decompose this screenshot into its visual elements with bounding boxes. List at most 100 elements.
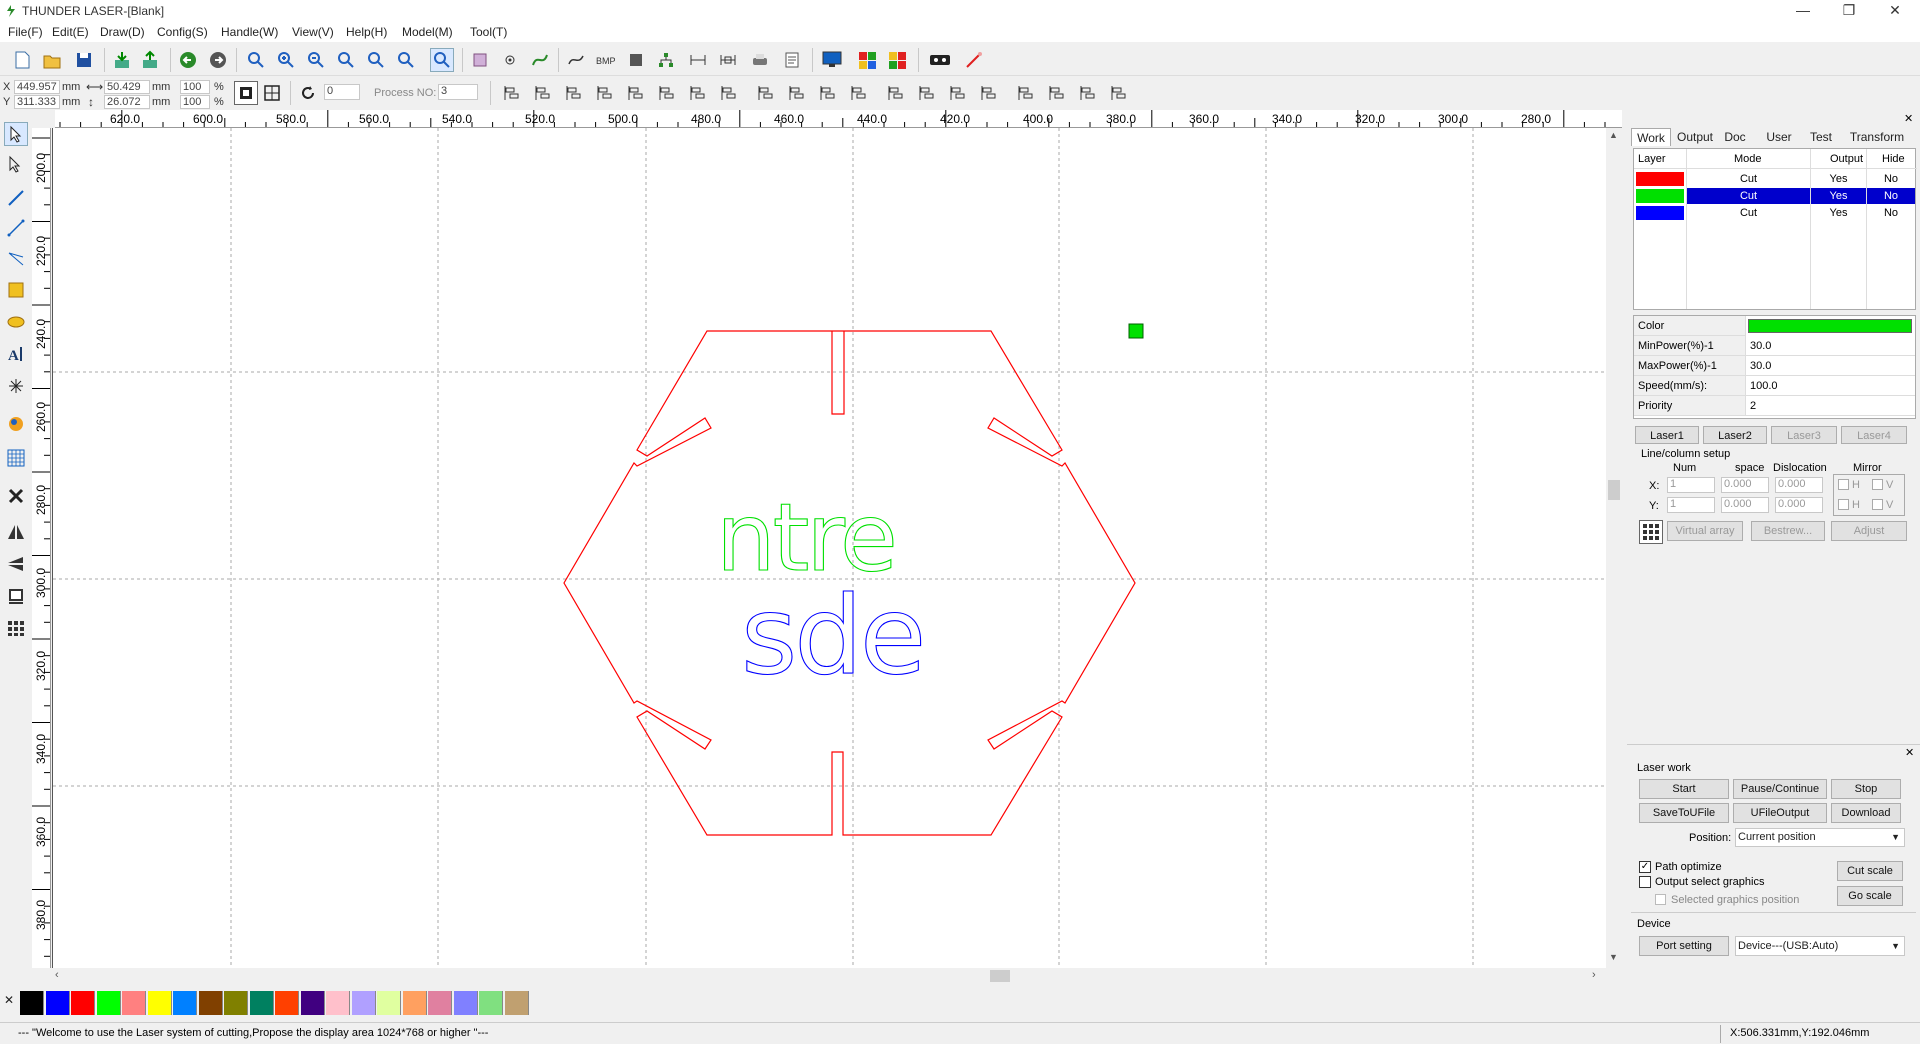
palette-swatch[interactable]	[224, 991, 248, 1015]
print-icon[interactable]	[748, 48, 772, 72]
property-value[interactable]: 100.0	[1746, 376, 1915, 396]
palette-swatch[interactable]	[275, 991, 299, 1015]
monitor-icon[interactable]	[820, 48, 844, 72]
palette-swatch[interactable]	[326, 991, 350, 1015]
export-icon[interactable]	[138, 48, 162, 72]
tab-transform[interactable]: Transform	[1845, 128, 1909, 146]
layer-row[interactable]: Cut Yes No	[1634, 188, 1917, 204]
tab-doc[interactable]: Doc	[1719, 128, 1751, 146]
zoom-minus-icon[interactable]	[304, 48, 328, 72]
start-button[interactable]: Start	[1639, 779, 1729, 799]
laserwork-close-icon[interactable]: ✕	[1905, 746, 1914, 759]
drawing-canvas[interactable]: ntre sde	[52, 128, 1606, 968]
width-field[interactable]: 50.429	[104, 80, 150, 94]
grid-ratio-icon[interactable]	[260, 81, 284, 105]
canvas-drawing[interactable]: ntre sde	[53, 128, 1606, 968]
layer-output[interactable]: Yes	[1811, 188, 1866, 204]
virtual-array-button[interactable]: Virtual array	[1667, 521, 1743, 541]
array-y-num[interactable]: 1	[1667, 497, 1715, 513]
y-coord-field[interactable]: 311.333	[14, 95, 60, 109]
scale-x-field[interactable]: 100	[180, 80, 210, 94]
layer-hide[interactable]: No	[1867, 188, 1915, 204]
layer-color-value[interactable]	[1748, 319, 1912, 333]
align-right-icon[interactable]	[531, 81, 555, 105]
dist-v-icon[interactable]	[717, 81, 741, 105]
stop-button[interactable]: Stop	[1831, 779, 1901, 799]
layer-mode[interactable]: Cut	[1687, 171, 1810, 187]
canvas-text-sde[interactable]: sde	[740, 573, 926, 699]
laser1-tab[interactable]: Laser1	[1635, 426, 1699, 444]
align-center-v-icon[interactable]	[624, 81, 648, 105]
zoom-fit-icon[interactable]	[334, 48, 358, 72]
array-x-dislocation[interactable]: 0.000	[1775, 477, 1823, 493]
palette-swatch[interactable]	[377, 991, 401, 1015]
grid-array-tool-icon[interactable]	[4, 446, 28, 470]
palette-swatch[interactable]	[249, 991, 274, 1015]
laser-pointer-icon[interactable]	[962, 48, 986, 72]
position-select[interactable]: Current position ▼	[1735, 828, 1905, 847]
dim-bottom-icon[interactable]	[1107, 81, 1131, 105]
same-size-icon[interactable]	[816, 81, 840, 105]
cut-scale-button[interactable]: Cut scale	[1837, 861, 1903, 881]
node-edit-icon[interactable]	[498, 48, 522, 72]
panel-close-icon[interactable]: ✕	[1904, 112, 1913, 125]
layer-hide[interactable]: No	[1867, 171, 1915, 187]
output-select-checkbox[interactable]	[1639, 876, 1651, 888]
doc-list-icon[interactable]	[780, 48, 804, 72]
mirror-y-v-checkbox[interactable]	[1872, 499, 1883, 510]
array-grid-icon[interactable]	[1639, 520, 1663, 544]
node-select-icon[interactable]	[4, 152, 28, 176]
dim-top-icon[interactable]	[1076, 81, 1100, 105]
palette-swatch[interactable]	[453, 991, 478, 1015]
x-coord-field[interactable]: 449.957	[14, 80, 60, 94]
menu-file[interactable]: File(F)	[8, 25, 43, 39]
laser3-tab[interactable]: Laser3	[1771, 426, 1837, 444]
palette-swatch[interactable]	[198, 991, 223, 1015]
zoom-select-icon[interactable]	[394, 48, 418, 72]
property-value[interactable]: 2	[1746, 396, 1915, 416]
scroll-down-icon[interactable]: ▼	[1609, 952, 1618, 962]
align-left-icon[interactable]	[500, 81, 524, 105]
open-folder-icon[interactable]	[40, 48, 64, 72]
select-arrow-icon[interactable]	[4, 122, 28, 146]
dim-right-icon[interactable]	[1045, 81, 1069, 105]
measure-box-icon[interactable]	[716, 48, 740, 72]
line-tool-icon[interactable]	[4, 186, 28, 210]
palette-swatch[interactable]	[96, 991, 121, 1015]
layer-color-swatch[interactable]	[1636, 206, 1684, 220]
import-icon[interactable]	[110, 48, 134, 72]
hscroll-thumb[interactable]	[990, 970, 1010, 982]
array-copy-tool-icon[interactable]	[4, 616, 28, 640]
maximize-button[interactable]: ❐	[1826, 0, 1872, 22]
palette-swatch[interactable]	[20, 991, 44, 1015]
layer-mode[interactable]: Cut	[1687, 205, 1810, 221]
layer-color-swatch[interactable]	[1636, 172, 1684, 186]
align-bottom-icon[interactable]	[593, 81, 617, 105]
palette-swatch[interactable]	[173, 991, 197, 1015]
array-x-space[interactable]: 0.000	[1721, 477, 1769, 493]
palette-swatch[interactable]	[122, 991, 146, 1015]
menu-help[interactable]: Help(H)	[346, 25, 387, 39]
arrange-grid-icon[interactable]	[977, 81, 1001, 105]
rotate-field[interactable]: 0	[324, 84, 360, 100]
bestrew-button[interactable]: Bestrew...	[1751, 521, 1825, 541]
laser2-tab[interactable]: Laser2	[1703, 426, 1767, 444]
horizontal-scrollbar[interactable]: ‹ ›	[52, 968, 1606, 984]
palette-swatch[interactable]	[402, 991, 427, 1015]
layer-output[interactable]: Yes	[1811, 205, 1866, 221]
same-height-icon[interactable]	[785, 81, 809, 105]
array-y-space[interactable]: 0.000	[1721, 497, 1769, 513]
menu-handle[interactable]: Handle(W)	[221, 25, 278, 39]
device-select[interactable]: Device---(USB:Auto) ▼	[1735, 936, 1905, 956]
laser4-tab[interactable]: Laser4	[1841, 426, 1907, 444]
download-button[interactable]: Download	[1831, 803, 1901, 823]
mirror-h-tool-icon[interactable]	[4, 520, 28, 544]
tab-test[interactable]: Test	[1801, 128, 1841, 146]
dim-left-icon[interactable]	[1014, 81, 1038, 105]
path-optimize-checkbox[interactable]: ✓	[1639, 861, 1651, 873]
arrange-tr-icon[interactable]	[884, 81, 908, 105]
layer-output[interactable]: Yes	[1811, 171, 1866, 187]
property-value[interactable]: 30.0	[1746, 336, 1915, 356]
vscroll-thumb[interactable]	[1608, 480, 1620, 500]
vertical-scrollbar[interactable]: ▲ ▼	[1606, 128, 1622, 968]
